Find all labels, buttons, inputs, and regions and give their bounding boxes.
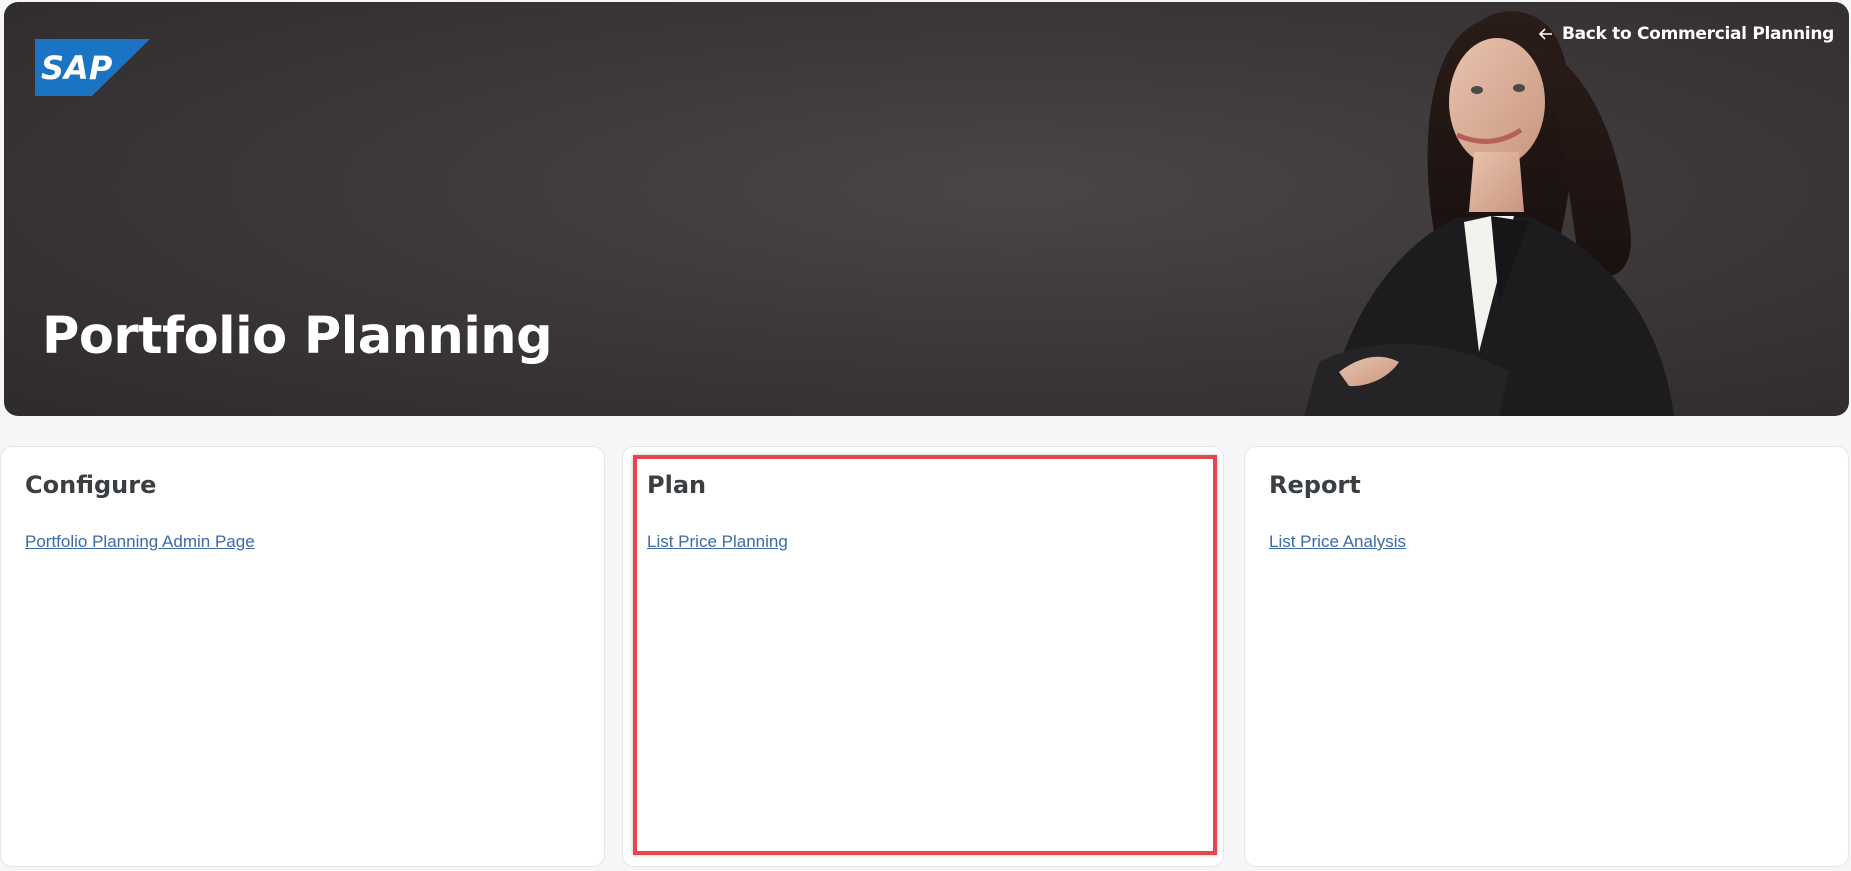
back-link-label: Back to Commercial Planning [1561,24,1834,44]
list-price-analysis-link[interactable]: List Price Analysis [1269,532,1406,552]
plan-card: Plan List Price Planning [622,446,1224,867]
back-to-commercial-planning-link[interactable]: Back to Commercial Planning [1538,24,1834,44]
portfolio-planning-admin-page-link[interactable]: Portfolio Planning Admin Page [25,532,255,552]
configure-card: Configure Portfolio Planning Admin Page [0,446,605,867]
report-card: Report List Price Analysis [1244,446,1849,867]
svg-text:SAP: SAP [41,49,113,87]
hero-banner: SAP Back to Commercial Planning Portfoli… [4,2,1849,416]
configure-card-title: Configure [25,471,157,499]
portrait-image [1304,11,1674,416]
arrow-left-icon [1538,28,1552,40]
page-title: Portfolio Planning [42,307,553,366]
list-price-planning-link[interactable]: List Price Planning [647,532,788,552]
sap-logo: SAP [35,39,150,96]
report-card-title: Report [1269,471,1361,499]
plan-card-title: Plan [647,471,707,499]
